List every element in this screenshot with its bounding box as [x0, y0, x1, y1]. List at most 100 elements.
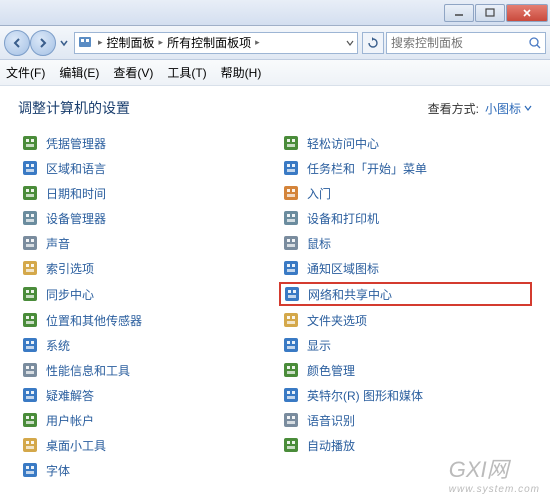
nav-history-dropdown[interactable]: [58, 30, 70, 56]
control-panel-icon: [77, 35, 93, 51]
cp-item-label: 凭据管理器: [46, 135, 106, 152]
cp-item-icon: [21, 386, 39, 404]
cp-item-label: 性能信息和工具: [46, 362, 130, 379]
cp-item-icon: [21, 411, 39, 429]
cp-item-icon: [282, 259, 300, 277]
cp-item-icon: [21, 436, 39, 454]
content-area: 调整计算机的设置 查看方式: 小图标 凭据管理器 轻松访问中心 区域和语言 任务…: [0, 86, 550, 493]
cp-item-system[interactable]: 系统: [18, 334, 271, 356]
cp-item-icon: [282, 386, 300, 404]
cp-item-indexing-options[interactable]: 索引选项: [18, 257, 271, 279]
menu-bar: 文件(F) 编辑(E) 查看(V) 工具(T) 帮助(H): [0, 60, 550, 86]
cp-item-label: 鼠标: [307, 235, 331, 252]
cp-item-label: 桌面小工具: [46, 437, 106, 454]
menu-help[interactable]: 帮助(H): [221, 64, 262, 81]
cp-item-label: 任务栏和「开始」菜单: [307, 160, 427, 177]
cp-item-ease-of-access[interactable]: 轻松访问中心: [279, 132, 532, 154]
menu-tools[interactable]: 工具(T): [167, 64, 206, 81]
cp-item-user-accounts[interactable]: 用户帐户: [18, 409, 271, 431]
window-titlebar: [0, 0, 550, 26]
forward-button[interactable]: [30, 30, 56, 56]
cp-item-icon: [21, 461, 39, 479]
back-button[interactable]: [4, 30, 30, 56]
cp-item-speech-recognition[interactable]: 语音识别: [279, 409, 532, 431]
cp-item-sound[interactable]: 声音: [18, 232, 271, 254]
cp-item-getting-started[interactable]: 入门: [279, 182, 532, 204]
cp-item-region-language[interactable]: 区域和语言: [18, 157, 271, 179]
cp-item-icon: [282, 134, 300, 152]
cp-item-location-sensors[interactable]: 位置和其他传感器: [18, 309, 271, 331]
cp-item-icon: [21, 184, 39, 202]
cp-item-label: 声音: [46, 235, 70, 252]
cp-item-display[interactable]: 显示: [279, 334, 532, 356]
search-input[interactable]: [391, 36, 528, 50]
view-label: 查看方式:: [428, 100, 479, 117]
cp-item-network-sharing[interactable]: 网络和共享中心: [279, 282, 532, 306]
cp-item-label: 显示: [307, 337, 331, 354]
cp-item-icon: [282, 311, 300, 329]
address-dropdown-icon[interactable]: [345, 38, 355, 48]
cp-item-icon: [282, 209, 300, 227]
cp-item-label: 网络和共享中心: [308, 286, 392, 303]
cp-item-label: 颜色管理: [307, 362, 355, 379]
cp-item-taskbar-start[interactable]: 任务栏和「开始」菜单: [279, 157, 532, 179]
search-icon: [528, 36, 541, 50]
cp-item-icon: [282, 411, 300, 429]
cp-item-label: 疑难解答: [46, 387, 94, 404]
view-dropdown[interactable]: 小图标: [485, 100, 532, 117]
cp-item-icon: [21, 209, 39, 227]
cp-item-icon: [21, 285, 39, 303]
close-button[interactable]: [506, 4, 548, 22]
cp-item-label: 通知区域图标: [307, 260, 379, 277]
cp-item-color-management[interactable]: 颜色管理: [279, 359, 532, 381]
cp-item-intel-graphics[interactable]: 英特尔(R) 图形和媒体: [279, 384, 532, 406]
cp-item-label: 位置和其他传感器: [46, 312, 142, 329]
cp-item-icon: [21, 336, 39, 354]
cp-item-desktop-gadgets[interactable]: 桌面小工具: [18, 434, 271, 456]
cp-item-icon: [21, 259, 39, 277]
navigation-toolbar: ▸ 控制面板 ▸ 所有控制面板项 ▸: [0, 26, 550, 60]
cp-item-label: 同步中心: [46, 286, 94, 303]
breadcrumb-control-panel[interactable]: 控制面板: [104, 34, 158, 51]
breadcrumb-all-items[interactable]: 所有控制面板项: [164, 34, 254, 51]
cp-item-sync-center[interactable]: 同步中心: [18, 282, 271, 306]
cp-item-folder-options[interactable]: 文件夹选项: [279, 309, 532, 331]
cp-item-icon: [21, 134, 39, 152]
cp-item-devices-printers[interactable]: 设备和打印机: [279, 207, 532, 229]
cp-item-icon: [21, 234, 39, 252]
address-bar[interactable]: ▸ 控制面板 ▸ 所有控制面板项 ▸: [74, 32, 358, 54]
cp-item-icon: [282, 184, 300, 202]
cp-item-mouse[interactable]: 鼠标: [279, 232, 532, 254]
cp-item-notification-icons[interactable]: 通知区域图标: [279, 257, 532, 279]
cp-item-label: 日期和时间: [46, 185, 106, 202]
cp-item-troubleshooting[interactable]: 疑难解答: [18, 384, 271, 406]
cp-item-label: 轻松访问中心: [307, 135, 379, 152]
cp-item-icon: [282, 234, 300, 252]
minimize-button[interactable]: [444, 4, 474, 22]
search-box[interactable]: [386, 32, 546, 54]
cp-item-performance-tools[interactable]: 性能信息和工具: [18, 359, 271, 381]
cp-item-label: 设备和打印机: [307, 210, 379, 227]
view-selector: 查看方式: 小图标: [428, 100, 532, 117]
cp-item-icon: [283, 285, 301, 303]
cp-item-label: 设备管理器: [46, 210, 106, 227]
cp-item-icon: [282, 361, 300, 379]
cp-item-label: 自动播放: [307, 437, 355, 454]
cp-item-device-manager[interactable]: 设备管理器: [18, 207, 271, 229]
breadcrumb-chevron-icon[interactable]: ▸: [254, 37, 261, 48]
cp-item-date-time[interactable]: 日期和时间: [18, 182, 271, 204]
cp-item-autoplay[interactable]: 自动播放: [279, 434, 532, 456]
menu-edit[interactable]: 编辑(E): [59, 64, 99, 81]
cp-item-label: 系统: [46, 337, 70, 354]
chevron-down-icon: [524, 104, 532, 112]
cp-item-label: 英特尔(R) 图形和媒体: [307, 387, 423, 404]
cp-item-icon: [282, 436, 300, 454]
cp-item-fonts[interactable]: 字体: [18, 459, 271, 481]
refresh-button[interactable]: [362, 32, 384, 54]
cp-item-credential-manager[interactable]: 凭据管理器: [18, 132, 271, 154]
menu-view[interactable]: 查看(V): [113, 64, 153, 81]
menu-file[interactable]: 文件(F): [6, 64, 45, 81]
page-title: 调整计算机的设置: [18, 98, 130, 118]
cp-item-icon: [282, 336, 300, 354]
maximize-button[interactable]: [475, 4, 505, 22]
